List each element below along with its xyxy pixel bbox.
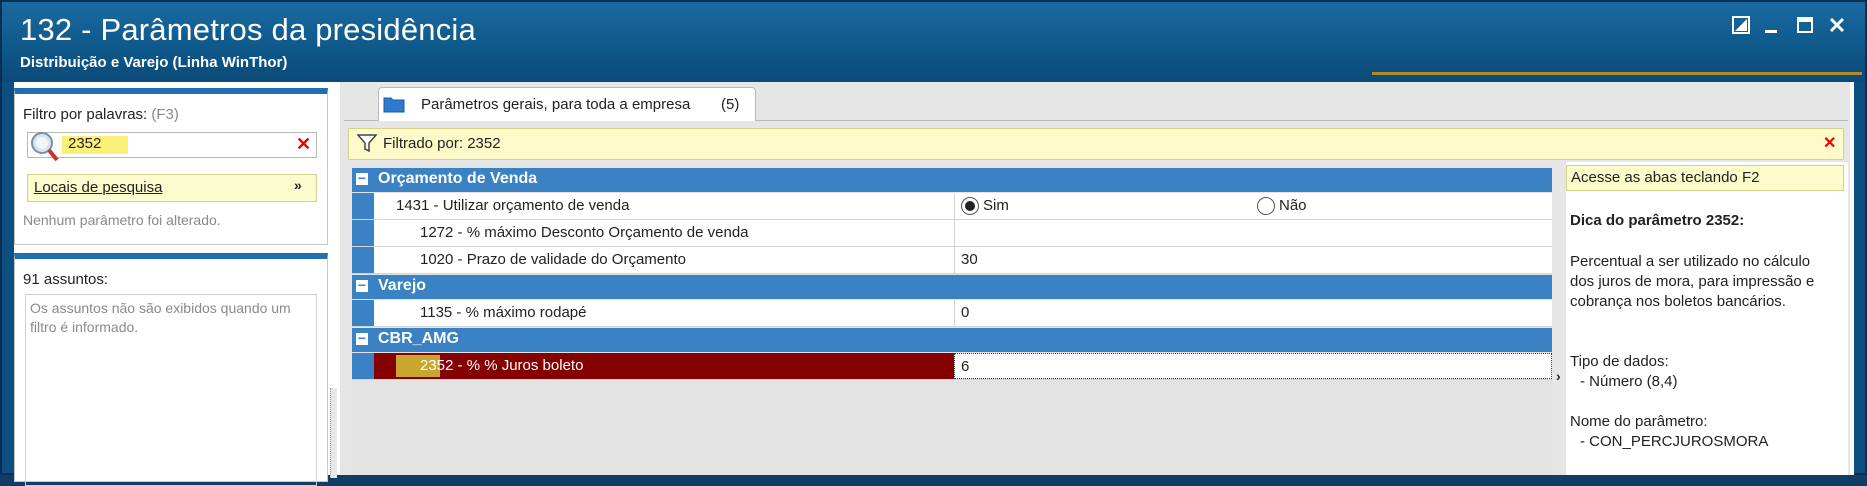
hint-title: Dica do parâmetro 2352: [1570,212,1745,229]
hint-shortcut-text: Acesse as abas teclando F2 [1571,169,1760,186]
window-title: 132 - Parâmetros da presidência [20,12,476,47]
hint-desc-3: cobrança nos boletos bancários. [1570,293,1786,310]
collapse-icon[interactable]: − [356,278,368,292]
collapse-icon[interactable]: − [356,331,368,345]
hint-name-label: Nome do parâmetro: [1570,413,1708,430]
group-title: Orçamento de Venda [378,170,538,187]
subjects-panel: 91 assuntos: Os assuntos não são exibido… [14,253,328,486]
param-value: 30 [961,251,978,268]
row-indicator [352,300,374,326]
filter-label-text: Filtro por palavras: [23,106,148,123]
clear-filter-bar-icon[interactable]: ✕ [1823,133,1836,153]
group-title: Varejo [378,277,427,294]
table-row[interactable]: 1272 - % máximo Desconto Orçamento de ve… [352,220,1552,247]
close-icon[interactable] [1824,16,1850,38]
hint-shortcut-banner: Acesse as abas teclando F2 [1566,165,1844,191]
locais-label: Locais de pesquisa [34,179,163,196]
status-text: Nenhum parâmetro foi alterado. [23,212,221,228]
filter-input[interactable]: 2352 ✕ [27,132,317,162]
collapse-icon[interactable]: − [356,171,368,185]
hint-type-label: Tipo de dados: [1570,353,1669,370]
param-value: 0 [961,304,970,321]
row-indicator [352,220,374,246]
table-row[interactable]: 1431 - Utilizar orçamento de venda Sim N… [352,193,1552,220]
param-value: 6 [961,358,970,375]
tab-parametros-gerais[interactable]: Parâmetros gerais, para toda a empresa (… [378,87,756,121]
group-cbr-amg[interactable]: − CBR_AMG [352,328,1552,352]
search-icon [30,129,60,168]
tab-label: Parâmetros gerais, para toda a empresa [421,96,691,113]
param-name: 1431 - Utilizar orçamento de venda [396,197,630,214]
subjects-list[interactable]: Os assuntos não são exibidos quando um f… [25,294,317,486]
hint-desc-1: Percentual a ser utilizado no cálculo [1570,253,1811,270]
filter-value: 2352 [68,135,102,152]
folder-icon [383,95,405,118]
param-name: 1272 - % máximo Desconto Orçamento de ve… [420,224,749,241]
param-value-cell[interactable] [954,220,1551,246]
tab-count: (5) [721,96,740,113]
table-row[interactable]: 1020 - Prazo de validade do Orçamento 30 [352,247,1552,274]
radio-nao-label: Não [1279,197,1307,214]
subjects-message: Os assuntos não são exibidos quando um f… [30,300,291,335]
group-varejo[interactable]: − Varejo [352,275,1552,299]
hint-type-value: - Número (8,4) [1580,373,1678,390]
filter-panel: Filtro por palavras: (F3) 2352 ✕ Locais … [14,88,328,245]
param-value-cell[interactable]: 6 [954,353,1552,379]
param-name: 2352 - % % Juros boleto [420,357,583,374]
maximize-icon[interactable] [1792,16,1818,38]
locais-dropdown[interactable]: Locais de pesquisa » [27,174,317,202]
param-value-cell[interactable]: 30 [954,247,1551,273]
left-splitter[interactable] [330,388,337,478]
restore-layout-icon[interactable] [1728,16,1754,38]
param-value-cell[interactable]: 0 [954,300,1551,326]
title-bar: 132 - Parâmetros da presidência Distribu… [2,2,1865,82]
minimize-icon[interactable] [1758,16,1784,38]
param-number: 2352 [420,357,454,374]
table-row-selected[interactable]: 2352 - % % Juros boleto 6 [352,353,1552,380]
filter-label: Filtro por palavras: (F3) [23,106,179,123]
radio-nao[interactable] [1257,197,1275,215]
chevron-double-down-icon: » [294,177,302,193]
row-indicator [352,193,374,219]
row-indicator [352,353,374,379]
subjects-count: 91 assuntos: [23,271,109,288]
hint-splitter[interactable]: › [1556,310,1564,440]
param-name: 1135 - % máximo rodapé [420,304,587,321]
window-subtitle: Distribuição e Varejo (Linha WinThor) [20,54,288,71]
group-orcamento[interactable]: − Orçamento de Venda [352,168,1552,192]
group-title: CBR_AMG [378,330,459,347]
hint-name-value: - CON_PERCJUROSMORA [1580,433,1769,450]
filter-shortcut: (F3) [151,106,179,123]
title-accent-line [1372,72,1862,75]
param-name: 1020 - Prazo de validade do Orçamento [420,251,686,268]
chevron-right-icon[interactable]: › [1556,368,1561,384]
clear-filter-icon[interactable]: ✕ [296,134,311,155]
param-value-cell: Sim Não [954,193,1551,219]
radio-sim-label: Sim [983,197,1009,214]
filter-bar: Filtrado por: 2352 ✕ [348,128,1844,160]
hint-panel: Dica do parâmetro 2352: Percentual a ser… [1566,162,1848,475]
hint-desc-2: dos juros de mora, para impressão e [1570,273,1815,290]
param-label: - % % Juros boleto [453,357,584,374]
filter-bar-label: Filtrado por: 2352 [383,135,501,152]
table-row[interactable]: 1135 - % máximo rodapé 0 [352,300,1552,327]
row-indicator [352,247,374,273]
funnel-icon [356,133,378,158]
radio-sim[interactable] [961,197,979,215]
